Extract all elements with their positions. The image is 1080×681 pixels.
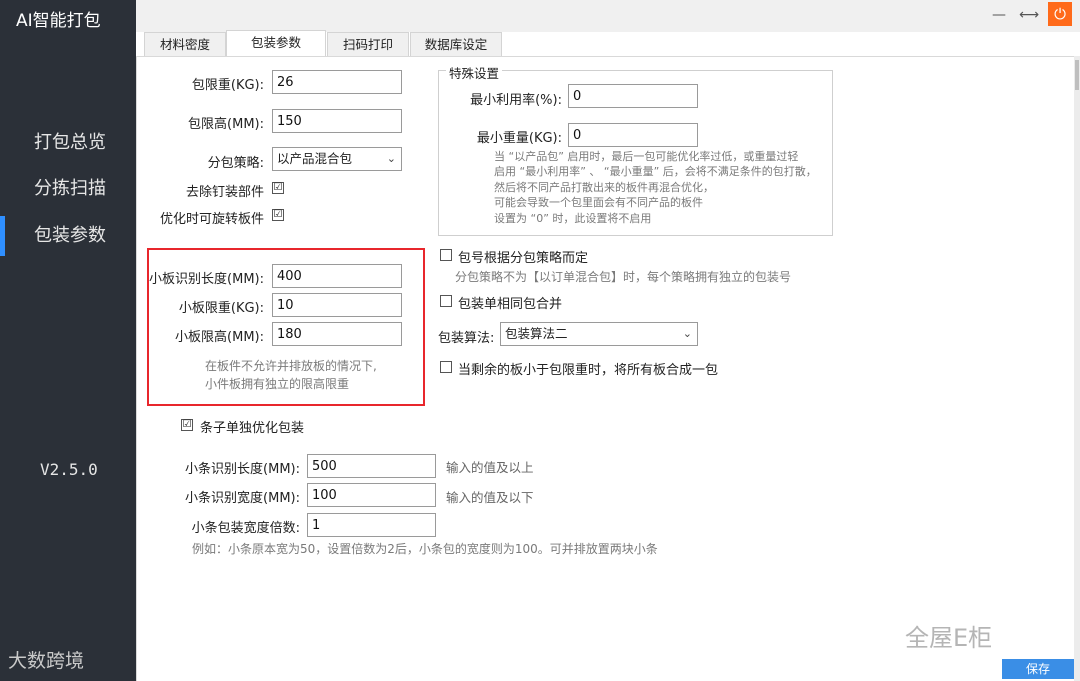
strip-width-label: 小条识别宽度(MM): (185, 491, 300, 506)
min-weight-input[interactable] (568, 123, 698, 147)
small-length-input[interactable] (272, 264, 402, 288)
min-util-label: 最小利用率(%): (470, 93, 562, 108)
min-util-input[interactable] (568, 84, 698, 108)
small-weight-input[interactable] (272, 293, 402, 317)
special-note-3: 然后将不同产品打散出来的板件再混合优化， (494, 181, 714, 194)
strip-length-label: 小条识别长度(MM): (185, 462, 300, 477)
power-icon[interactable]: ⏻ (1048, 2, 1072, 26)
watermark-right: 全屋E柜 (905, 624, 993, 652)
package-no-note: 分包策略不为【以订单混合包】时，每个策略拥有独立的包装号 (455, 270, 792, 284)
strip-example-note: 例如：小条原本宽为50，设置倍数为2后，小条包的宽度则为100。可并排放置两块小… (192, 542, 658, 556)
max-weight-label: 包限重(KG): (191, 78, 264, 93)
remove-hardware-label: 去除钉装部件 (185, 185, 264, 200)
watermark-left: 大数跨境 (8, 650, 85, 672)
algorithm-select[interactable]: 包装算法二 ⌄ (500, 322, 698, 346)
strategy-label: 分包策略: (207, 156, 264, 171)
restore-icon[interactable]: ⟷ (1018, 4, 1040, 26)
sidebar-item-overview[interactable]: 打包总览 (0, 123, 136, 163)
remaining-label: 当剩余的板小于包限重时，将所有板合成一包 (458, 363, 719, 378)
app-title: AI智能打包 (16, 11, 101, 31)
chevron-down-icon: ⌄ (682, 327, 692, 340)
tab-scan-print[interactable]: 扫码打印 (327, 32, 409, 56)
sidebar-item-package-params[interactable]: 包装参数 (0, 216, 136, 256)
package-no-label: 包号根据分包策略而定 (458, 251, 589, 266)
special-note-5: 设置为 “0” 时，此设置将不启用 (494, 212, 652, 225)
title-bar: — ⟷ ⏻ (136, 0, 1080, 32)
sidebar-item-sort-scan[interactable]: 分拣扫描 (0, 169, 136, 209)
min-weight-label: 最小重量(KG): (476, 131, 562, 146)
strip-opt-checkbox[interactable]: ☑ (181, 419, 193, 431)
small-height-input[interactable] (272, 322, 402, 346)
scrollbar[interactable] (1074, 56, 1080, 681)
strip-length-hint: 输入的值及以上 (446, 460, 534, 475)
special-note-4: 可能会导致一个包里面会有不同产品的板件 (494, 196, 703, 209)
small-note-1: 在板件不允许并排放板的情况下, (205, 359, 377, 373)
algorithm-value: 包装算法二 (505, 326, 568, 341)
save-button[interactable]: 保存 (1002, 659, 1074, 679)
strip-opt-label: 条子单独优化包装 (200, 421, 305, 436)
max-height-label: 包限高(MM): (188, 117, 264, 132)
merge-label: 包装单相同包合并 (458, 297, 563, 312)
strategy-value: 以产品混合包 (277, 151, 353, 166)
tab-package-params[interactable]: 包装参数 (226, 30, 326, 57)
sidebar: AI智能打包 打包总览 分拣扫描 包装参数 V2.5.0 大数跨境 (0, 0, 136, 681)
rotate-checkbox[interactable]: ☑ (272, 209, 284, 221)
special-note-1: 当 “以产品包” 启用时，最后一包可能优化率过低，或重量过轻 (494, 150, 799, 163)
small-weight-label: 小板限重(KG): (178, 301, 264, 316)
tab-material-density[interactable]: 材料密度 (144, 32, 226, 56)
strip-multiple-label: 小条包装宽度倍数: (191, 521, 300, 536)
remove-hardware-checkbox[interactable]: ☑ (272, 182, 284, 194)
small-length-label: 小板识别长度(MM): (149, 272, 264, 287)
strip-multiple-input[interactable] (307, 513, 436, 537)
max-height-input[interactable] (272, 109, 402, 133)
small-note-2: 小件板拥有独立的限高限重 (205, 377, 350, 391)
algorithm-label: 包装算法: (438, 331, 495, 346)
minimize-icon[interactable]: — (988, 4, 1010, 26)
max-weight-input[interactable] (272, 70, 402, 94)
tab-database[interactable]: 数据库设定 (410, 32, 502, 56)
scrollbar-thumb[interactable] (1075, 60, 1079, 90)
special-note-2: 启用 “最小利用率” 、 “最小重量” 后，会将不满足条件的包打散， (494, 165, 817, 178)
chevron-down-icon: ⌄ (386, 152, 396, 165)
strip-length-input[interactable] (307, 454, 436, 478)
strip-width-input[interactable] (307, 483, 436, 507)
remaining-checkbox[interactable] (440, 361, 452, 373)
merge-checkbox[interactable] (440, 295, 452, 307)
strategy-select[interactable]: 以产品混合包 ⌄ (272, 147, 402, 171)
version-label: V2.5.0 (40, 460, 98, 479)
small-height-label: 小板限高(MM): (175, 330, 264, 345)
package-no-checkbox[interactable] (440, 249, 452, 261)
special-settings-title: 特殊设置 (446, 63, 503, 82)
rotate-label: 优化时可旋转板件 (159, 212, 264, 227)
strip-width-hint: 输入的值及以下 (446, 490, 534, 505)
